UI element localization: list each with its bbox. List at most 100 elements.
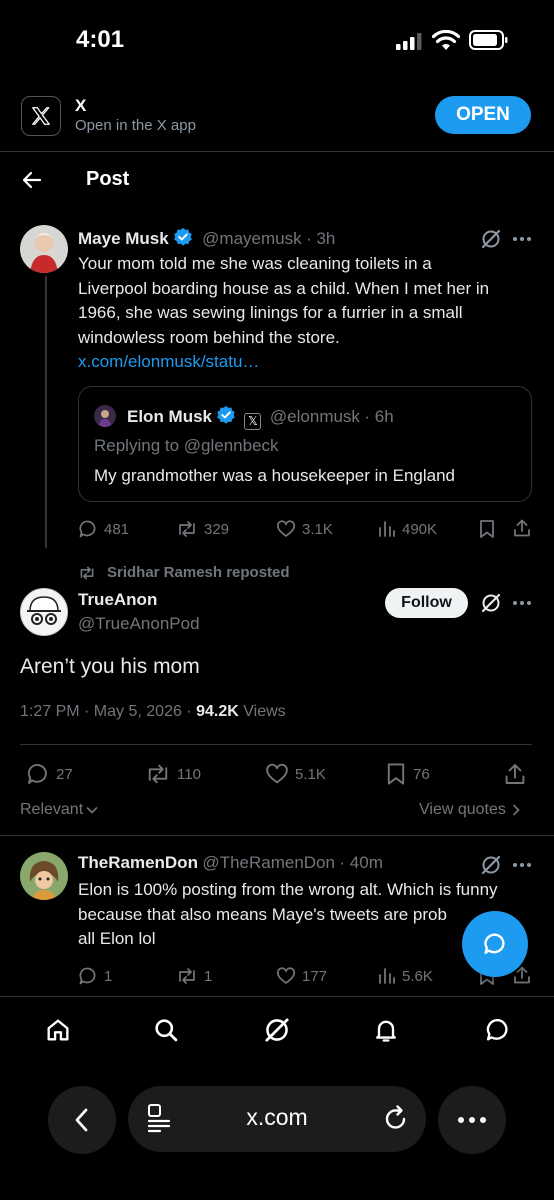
open-app-button[interactable]: OPEN [435, 96, 531, 134]
avatar[interactable] [20, 852, 68, 900]
like-count: 3.1K [302, 520, 333, 538]
bookmark-icon[interactable] [478, 519, 496, 539]
browser-back-button[interactable] [48, 1086, 116, 1154]
chevron-right-icon [513, 804, 520, 816]
reply-count: 1 [104, 967, 113, 985]
messages-icon[interactable] [484, 1016, 512, 1044]
back-arrow-icon[interactable] [20, 168, 44, 192]
views-count: 5.6K [402, 967, 433, 985]
repost-button[interactable]: 110 [145, 762, 201, 786]
app-name: X [75, 96, 87, 115]
verified-badge-icon [216, 405, 236, 425]
grok-icon[interactable] [480, 228, 502, 250]
more-options-icon [458, 1117, 486, 1123]
avatar[interactable] [20, 225, 68, 273]
reply-author-line: TheRamenDon @TheRamenDon · 40m [78, 853, 383, 873]
repost-button[interactable]: 1 [176, 966, 212, 986]
heart-icon [276, 967, 296, 984]
chevron-down-icon [86, 807, 98, 814]
like-count: 5.1K [295, 765, 326, 783]
author-name[interactable]: TrueAnon [78, 590, 157, 610]
post-text-line: 1966, she was sewing linings for a furri… [78, 303, 463, 322]
url-text[interactable]: x.com [128, 1104, 426, 1131]
follow-button[interactable]: Follow [385, 588, 468, 618]
more-options-icon[interactable] [512, 862, 532, 868]
repost-icon [78, 565, 96, 581]
like-button[interactable]: 5.1K [265, 762, 326, 786]
reply-author-handle[interactable]: @TheRamenDon [202, 853, 335, 872]
like-button[interactable]: 177 [276, 966, 327, 986]
signal-icon [396, 33, 422, 50]
avatar[interactable] [20, 588, 68, 636]
like-button[interactable]: 3.1K [276, 519, 333, 539]
grok-icon[interactable] [480, 592, 502, 614]
bookmark-icon [387, 763, 405, 785]
x-logo-icon[interactable] [21, 96, 61, 136]
grok-icon[interactable] [480, 854, 502, 876]
relevant-dropdown[interactable]: Relevant [20, 801, 99, 819]
quote-text: My grandmother was a housekeeper in Engl… [94, 466, 455, 485]
share-icon[interactable] [512, 518, 532, 538]
verified-badge-icon [173, 227, 193, 247]
main-post-text: Aren’t you his mom [20, 655, 200, 678]
author-handle[interactable]: @TrueAnonPod [78, 614, 200, 634]
view-quotes-link[interactable]: View quotes [419, 801, 522, 819]
post-time: · 3h [306, 229, 336, 248]
views-button[interactable]: 5.6K [378, 966, 433, 986]
repost-icon [179, 968, 195, 984]
bookmark-button[interactable]: 76 [385, 762, 430, 786]
views-count: 94.2K [196, 703, 239, 720]
search-icon[interactable] [152, 1016, 180, 1044]
reply-button[interactable]: 481 [78, 519, 129, 539]
share-icon[interactable] [503, 762, 527, 786]
repost-label[interactable]: Sridhar Ramesh reposted [107, 564, 290, 581]
like-count: 177 [302, 967, 328, 985]
repost-icon [148, 764, 168, 784]
reply-bubble-icon [484, 933, 505, 954]
status-time: 4:01 [76, 26, 125, 53]
quote-time: · 6h [364, 407, 394, 426]
post-text-line: Your mom told me she was cleaning toilet… [78, 254, 432, 273]
post-author-line: Maye Musk @mayemusk · 3h [78, 227, 335, 249]
post-text-line: Liverpool boarding house as a child. Whe… [78, 278, 490, 298]
chevron-left-icon [75, 1108, 88, 1132]
reply-author-name[interactable]: TheRamenDon [78, 853, 198, 872]
reply-icon [27, 764, 47, 784]
views-icon [379, 968, 395, 984]
grok-icon[interactable] [263, 1016, 291, 1044]
notifications-icon[interactable] [372, 1016, 400, 1044]
repost-count: 329 [204, 520, 230, 538]
author-name[interactable]: Maye Musk [78, 229, 169, 248]
reply-icon [79, 520, 96, 538]
reply-text-line: Elon is 100% posting from the wrong alt.… [78, 880, 498, 899]
avatar [94, 405, 116, 427]
reload-icon[interactable] [383, 1104, 409, 1132]
views-icon [379, 521, 395, 537]
more-options-icon[interactable] [512, 236, 532, 242]
home-icon[interactable] [44, 1016, 72, 1044]
heart-icon [266, 763, 288, 784]
quote-author-handle: @elonmusk [269, 407, 360, 426]
post-link[interactable]: x.com/elonmusk/statu… [78, 350, 538, 375]
reply-button[interactable]: 1 [78, 966, 112, 986]
divider [20, 744, 532, 745]
quote-author-line: Elon Musk 𝕏 @elonmusk · 6h [127, 405, 394, 430]
repost-icon [179, 521, 195, 537]
reply-button[interactable]: 27 [26, 762, 73, 786]
browser-more-button[interactable] [438, 1086, 506, 1154]
post-text-line: windowless room behind the store. [78, 327, 340, 347]
author-handle[interactable]: @mayemusk [202, 229, 301, 248]
views-label: Views [243, 703, 286, 720]
repost-button[interactable]: 329 [176, 519, 229, 539]
reply-time: · 40m [339, 853, 383, 872]
quote-author-name: Elon Musk [127, 407, 213, 426]
wifi-icon [432, 30, 460, 51]
battery-icon [469, 30, 509, 50]
view-quotes-label: View quotes [419, 801, 506, 818]
repost-count: 110 [177, 765, 201, 783]
more-options-icon[interactable] [512, 600, 532, 606]
reply-count: 27 [56, 765, 73, 783]
post-timestamp: 1:27 PM · May 5, 2026 · [20, 703, 192, 720]
compose-reply-button[interactable] [462, 911, 528, 977]
views-button[interactable]: 490K [378, 519, 437, 539]
